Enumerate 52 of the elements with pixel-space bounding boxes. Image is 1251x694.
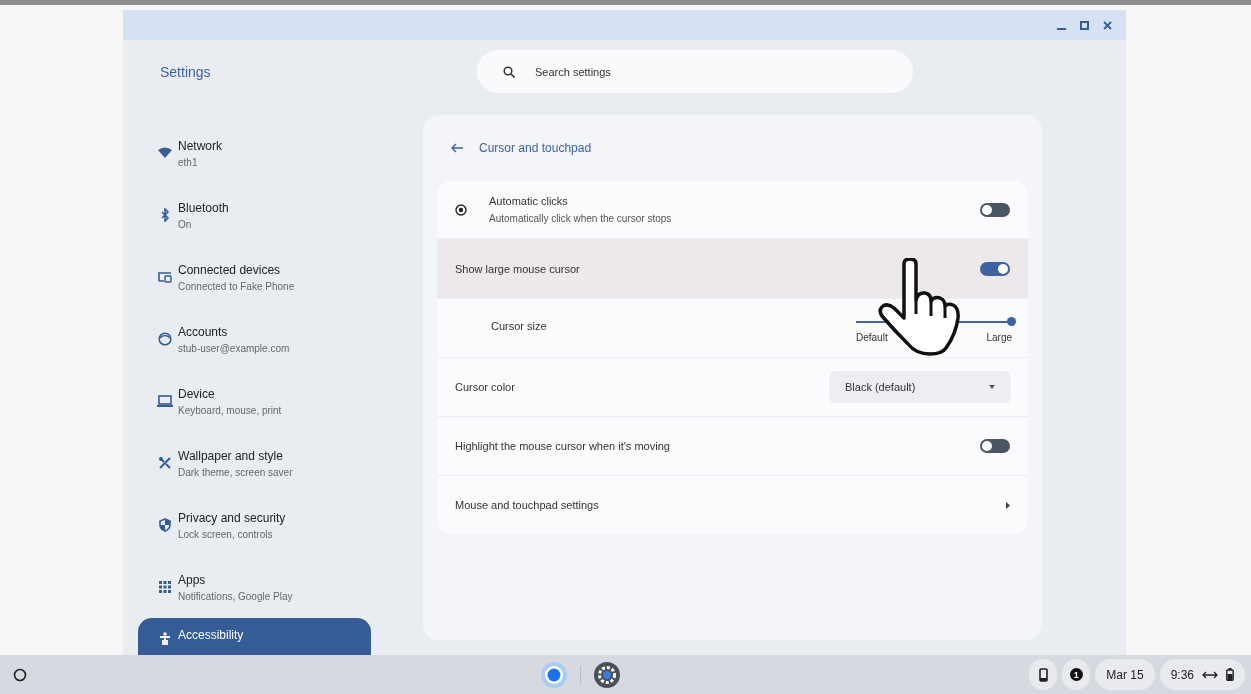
setting-description: Automatically click when the cursor stops (489, 213, 673, 224)
setting-label: Highlight the mouse cursor when it's moving (455, 440, 671, 452)
clock-time: 9:36 (1170, 667, 1194, 682)
wifi-icon (157, 147, 172, 159)
sidebar-item[interactable]: Network eth1 (138, 122, 371, 184)
window-title: Settings (159, 63, 212, 80)
setting-label: Show large mouse cursor (455, 262, 581, 275)
sidebar-item[interactable]: Bluetooth On (138, 184, 371, 246)
apps-grid-icon (158, 581, 171, 593)
sidebar-item[interactable]: Privacy and security Lock screen, controls (138, 494, 371, 556)
notification-button[interactable]: 1 (1062, 659, 1091, 690)
close-icon[interactable] (1103, 20, 1112, 30)
account-icon (157, 332, 172, 346)
phone-hub-button[interactable] (1029, 659, 1058, 690)
browser-icon[interactable] (540, 660, 569, 689)
setting-label: Mouse and touchpad settings (455, 499, 600, 511)
page-title: Cursor and touchpad (479, 141, 592, 155)
toggle-switch[interactable] (980, 261, 1010, 276)
setting-label: Automatic clicks (489, 195, 569, 207)
toggle-switch[interactable] (980, 202, 1010, 217)
sidebar-item[interactable]: Connected devices Connected to Fake Phone (138, 246, 371, 308)
settings-icon[interactable] (593, 660, 622, 689)
target-icon (455, 203, 467, 216)
cursor-color-dropdown[interactable]: Black (default) (829, 371, 1011, 403)
status-area[interactable]: 9:36 (1159, 659, 1245, 690)
sidebar-item[interactable]: Accessibility (138, 618, 371, 655)
sidebar-item[interactable]: Device Keyboard, mouse, print (138, 370, 371, 432)
battery-icon (1226, 668, 1234, 681)
sidebar-item[interactable]: Wallpaper and style Dark theme, screen saver (138, 432, 371, 494)
sidebar-item[interactable]: Apps Notifications, Google Play (138, 556, 371, 618)
laptop-icon (156, 395, 173, 407)
slider-max-label: Large (986, 332, 1012, 343)
shield-icon (158, 518, 171, 532)
setting-label: Cursor color (455, 381, 516, 393)
toggle-switch[interactable] (980, 439, 1010, 453)
highlighted-row[interactable]: Show large mouse cursor (437, 238, 1028, 298)
bluetooth-icon (159, 208, 170, 222)
launcher-icon[interactable] (13, 667, 27, 682)
caret-icon (989, 385, 995, 389)
setting-label: Cursor size (491, 320, 548, 332)
ethernet-arrows-icon (1202, 670, 1218, 679)
chevron-right-icon[interactable] (1006, 501, 1010, 509)
search-icon (503, 65, 515, 78)
back-arrow-icon[interactable] (451, 143, 463, 153)
maximize-icon[interactable] (1080, 20, 1089, 30)
slider-thumb[interactable] (1007, 317, 1016, 326)
date-button[interactable]: Mar 15 (1095, 659, 1155, 690)
slider-min-label: Default (856, 332, 888, 343)
accessibility-icon (158, 632, 171, 646)
sidebar-item[interactable]: Accounts stub-user@example.com (138, 308, 371, 370)
phone-icon (1038, 667, 1048, 682)
devices-icon (157, 271, 172, 283)
